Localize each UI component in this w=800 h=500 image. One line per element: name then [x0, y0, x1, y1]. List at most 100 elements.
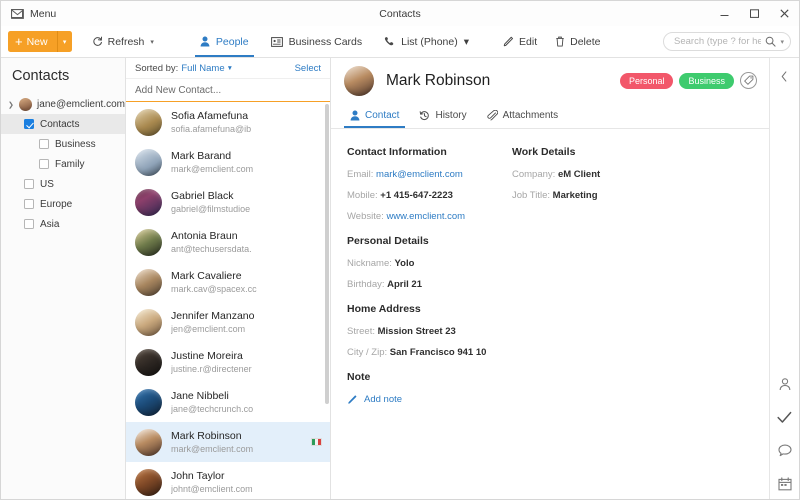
tab-list-phone[interactable]: List (Phone) ▾: [373, 26, 480, 57]
tab-people[interactable]: People: [189, 26, 260, 57]
detail-field-value: eM Client: [557, 169, 601, 180]
detail-field-label: Birthday:: [347, 279, 388, 290]
detail-field-label: Company:: [512, 169, 558, 180]
edit-button[interactable]: Edit: [494, 26, 546, 57]
sidebar-item-europe[interactable]: Europe: [1, 194, 125, 214]
detail-field: Birthday: April 21: [347, 279, 512, 290]
chat-icon[interactable]: [777, 444, 792, 457]
avatar: [135, 308, 162, 336]
list-item[interactable]: Mark Robinson mark@emclient.com: [126, 422, 330, 462]
detail-field: Street: Mission Street 23: [347, 326, 512, 337]
calendar-icon[interactable]: [777, 477, 792, 491]
detail-tabs: Contact History Attachments: [331, 103, 769, 129]
list-item-email: mark@emclient.com: [171, 164, 254, 174]
list-item-email: jen@emclient.com: [171, 324, 246, 334]
tab-contact[interactable]: Contact: [340, 103, 409, 128]
sidebar-account-label: jane@emclient.com: [37, 99, 125, 110]
tag-personal[interactable]: Personal: [619, 72, 674, 89]
maximize-icon[interactable]: [739, 1, 769, 26]
sidebar-item-asia[interactable]: Asia: [1, 214, 125, 234]
section-title: Note: [347, 371, 371, 383]
section-home-address: Home Address Street: Mission Street 23 Ci…: [347, 303, 512, 358]
delete-button[interactable]: Delete: [546, 26, 609, 57]
avatar: [135, 148, 162, 176]
add-note-button[interactable]: Add note: [347, 394, 512, 405]
refresh-caret-icon[interactable]: ▾: [150, 38, 154, 46]
list-caret-icon[interactable]: ▾: [464, 36, 469, 48]
sidebar-item-checkbox[interactable]: [24, 199, 34, 209]
list-scrollbar-thumb[interactable]: [325, 104, 329, 404]
detail-field: Company: eM Client: [512, 169, 769, 180]
tag-group: Personal Business: [619, 72, 757, 89]
search-input[interactable]: [674, 36, 762, 47]
sidebar-item-us[interactable]: US: [1, 174, 125, 194]
list-item[interactable]: Mark Barand mark@emclient.com: [126, 142, 330, 182]
sidebar-item-label: Europe: [40, 198, 73, 210]
list-item[interactable]: Antonia Braun ant@techusersdata.: [126, 222, 330, 262]
tag-plus-icon[interactable]: [740, 72, 757, 89]
sidebar-item-label: Contacts: [40, 118, 80, 130]
tab-history[interactable]: History: [409, 103, 476, 128]
detail-field-label: Job Title:: [512, 190, 553, 201]
select-link[interactable]: Select: [295, 63, 321, 74]
detail-field: Nickname: Yolo: [347, 258, 512, 269]
sidebar-item-checkbox[interactable]: [24, 119, 34, 129]
list-item[interactable]: Jennifer Manzano jen@emclient.com: [126, 302, 330, 342]
detail-field-value: Marketing: [552, 190, 598, 201]
sidebar-account-row[interactable]: ❯ jane@emclient.com: [1, 95, 125, 114]
detail-field-value: Mission Street 23: [377, 326, 456, 337]
contact-list-pane: Sorted by: Full Name ▼ Select Add New Co…: [126, 58, 331, 499]
menu-label: Menu: [30, 7, 57, 20]
sidebar-item-business[interactable]: Business: [1, 134, 125, 154]
sidebar-item-contacts[interactable]: Contacts: [1, 114, 125, 134]
detail-field-value: San Francisco 941 10: [389, 347, 487, 358]
sidebar-item-label: US: [40, 178, 54, 190]
list-item-name: Jane Nibbeli: [171, 390, 229, 402]
list-item[interactable]: Jane Nibbeli jane@techcrunch.co: [126, 382, 330, 422]
tag-business[interactable]: Business: [679, 72, 734, 89]
sidebar-item-checkbox[interactable]: [39, 139, 49, 149]
sort-caret-icon[interactable]: ▼: [227, 65, 233, 72]
tab-attachments[interactable]: Attachments: [477, 103, 569, 128]
chevron-right-icon[interactable]: ❯: [8, 101, 14, 109]
tasks-check-icon[interactable]: [777, 411, 792, 424]
sidebar-title: Contacts: [12, 68, 70, 84]
detail-field-value[interactable]: www.emclient.com: [386, 211, 465, 222]
new-dropdown-caret-icon[interactable]: ▾: [56, 31, 72, 52]
right-rail: [769, 58, 799, 499]
sort-value[interactable]: Full Name: [181, 63, 224, 74]
sidebar-item-checkbox[interactable]: [24, 179, 34, 189]
list-sort-bar: Sorted by: Full Name ▼ Select: [126, 58, 330, 79]
menu-button[interactable]: Menu: [1, 1, 66, 26]
add-new-contact-field[interactable]: Add New Contact...: [126, 79, 330, 102]
avatar: [135, 228, 162, 256]
collapse-detail-button[interactable]: [780, 66, 789, 86]
sidebar-item-family[interactable]: Family: [1, 154, 125, 174]
sidebar-item-checkbox[interactable]: [24, 219, 34, 229]
close-icon[interactable]: [769, 1, 799, 26]
detail-field-label: Website:: [347, 211, 387, 222]
list-item[interactable]: Mark Cavaliere mark.cav@spacex.cc: [126, 262, 330, 302]
main-body: Contacts ❯ jane@emclient.com Contacts Bus…: [1, 58, 799, 499]
list-item[interactable]: John Taylor johnt@emclient.com: [126, 462, 330, 499]
section-contact-information: Contact Information Email: mark@emclient…: [347, 146, 512, 222]
contact-detail-pane: Mark Robinson Personal Business Contact: [331, 58, 769, 499]
section-note: Note Add note: [347, 371, 512, 405]
search-box[interactable]: ▾: [663, 32, 791, 51]
tab-business-cards[interactable]: Business Cards: [260, 26, 374, 57]
new-button[interactable]: + New ▾: [8, 31, 72, 52]
search-caret-icon[interactable]: ▾: [780, 38, 784, 46]
list-item[interactable]: Gabriel Black gabriel@filmstudioe: [126, 182, 330, 222]
detail-field-value[interactable]: mark@emclient.com: [376, 169, 463, 180]
sidebar-item-checkbox[interactable]: [39, 159, 49, 169]
refresh-button[interactable]: Refresh ▾: [83, 26, 163, 57]
window-controls: [709, 1, 799, 26]
minimize-icon[interactable]: [709, 1, 739, 26]
contact-list-scroll[interactable]: Sofia Afamefuna sofia.afamefuna@ib Mark Ba…: [126, 102, 330, 499]
search-icon: [765, 36, 777, 47]
contacts-icon[interactable]: [778, 377, 792, 391]
list-item[interactable]: Sofia Afamefuna sofia.afamefuna@ib: [126, 102, 330, 142]
list-item[interactable]: Justine Moreira justine.r@directener: [126, 342, 330, 382]
emclient-window: Menu Contacts + New ▾ Refresh ▾ People B…: [0, 0, 800, 500]
detail-right-column: Work Details Company: eM Client Job Title…: [512, 146, 769, 405]
